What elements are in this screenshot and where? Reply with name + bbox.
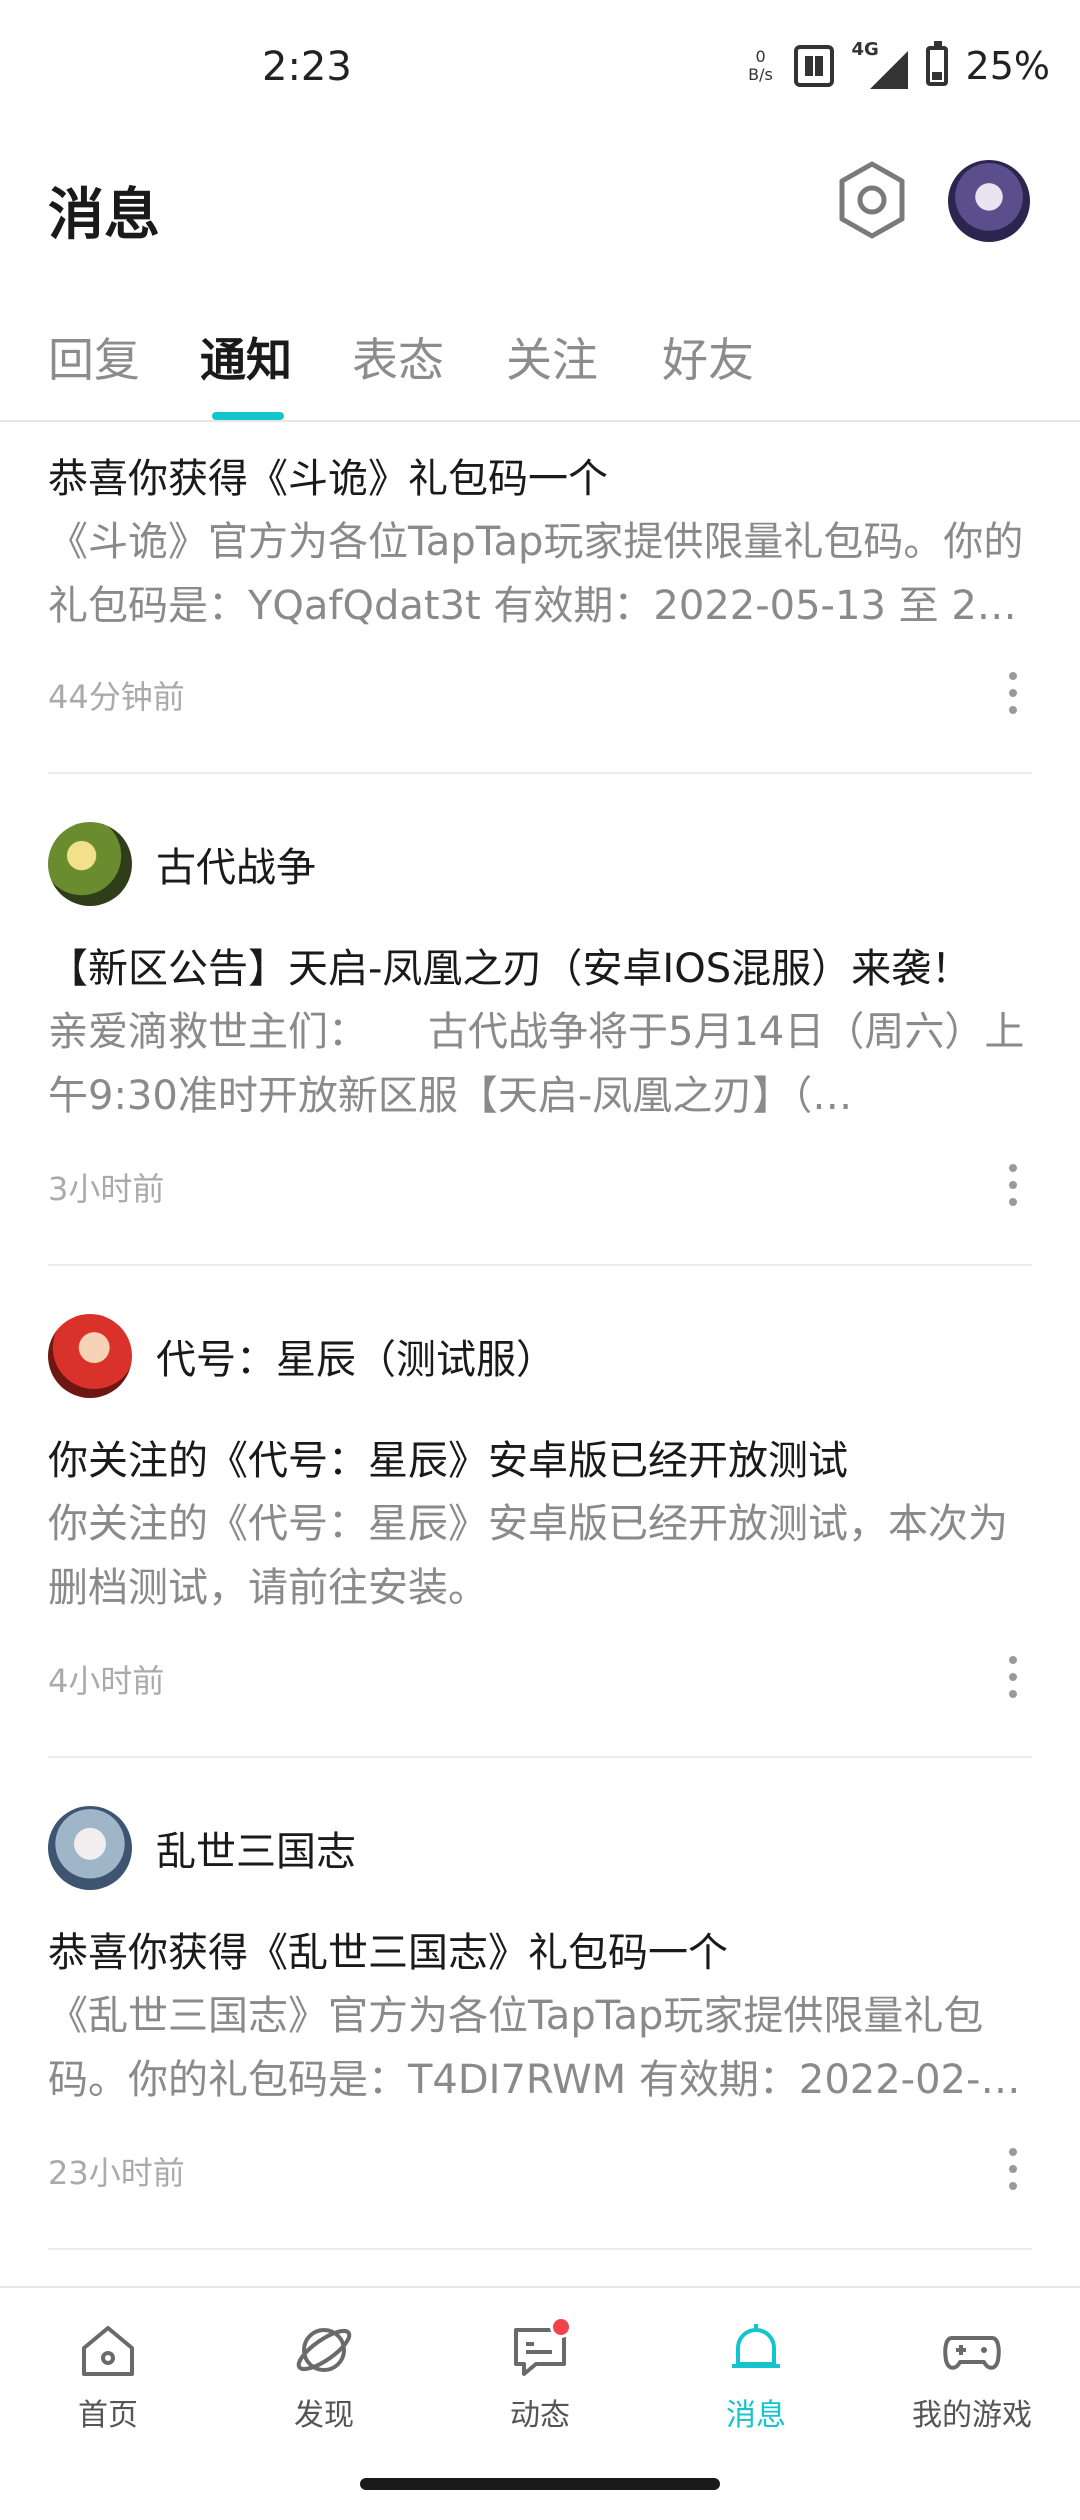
nav-label: 发现	[294, 2398, 354, 2433]
status-time: 2:23	[262, 44, 352, 90]
notification-body: 《乱世三国志》官方为各位TapTap玩家提供限量礼包码。你的礼包码是：T4DI7…	[48, 1993, 1021, 2103]
sender-avatar	[48, 1314, 132, 1398]
tab-reply[interactable]: 回复	[48, 324, 140, 390]
notification-sender[interactable]: 乱世三国志	[48, 1806, 356, 1890]
network-speed: 0 B/s	[746, 48, 776, 84]
sender-avatar	[48, 822, 132, 906]
list-item[interactable]: 古代战争 【新区公告】天启-凤凰之刃（安卓IOS混服）来袭！ 亲爱滴救世主们： …	[0, 774, 1080, 1266]
user-avatar[interactable]	[948, 160, 1030, 242]
signal-strength-icon	[869, 51, 908, 89]
planet-icon	[292, 2318, 356, 2382]
chat-icon	[508, 2316, 572, 2382]
network-speed-unit: B/s	[748, 65, 773, 84]
gear-icon	[839, 161, 905, 239]
status-bar: 2:23 0 B/s 4G 25%	[0, 0, 1080, 130]
sender-name: 代号：星辰（测试服）	[156, 1337, 556, 1383]
nav-label: 动态	[510, 2398, 570, 2433]
nav-home[interactable]: 首页	[28, 2318, 188, 2438]
tab-notifications[interactable]: 通知	[200, 324, 292, 390]
home-icon	[76, 2318, 140, 2382]
list-item[interactable]: 乱世三国志 恭喜你获得《乱世三国志》礼包码一个 《乱世三国志》官方为各位TapT…	[0, 1758, 1080, 2250]
notification-sender[interactable]: 古代战争	[48, 822, 316, 906]
notification-sender[interactable]: 代号：星辰（测试服）	[48, 1314, 556, 1398]
nav-discover[interactable]: 发现	[244, 2318, 404, 2438]
gamepad-icon	[940, 2318, 1004, 2382]
status-icons: 0 B/s 4G 25%	[746, 39, 1050, 92]
bell-icon	[724, 2318, 788, 2382]
message-tabs: 回复 通知 表态 关注 好友	[0, 300, 1080, 422]
bottom-navigation: 首页 发现 动态 消息 我的游戏	[0, 2286, 1080, 2450]
notification-body: 亲爱滴救世主们： 古代战争将于5月14日（周六）上午9:30准时开放新区服【天启…	[48, 1009, 1025, 1119]
tab-friends[interactable]: 好友	[662, 324, 754, 390]
notification-time: 4小时前	[48, 1662, 165, 1700]
nav-messages[interactable]: 消息	[676, 2318, 836, 2438]
tab-following[interactable]: 关注	[506, 324, 598, 390]
notification-body: 你关注的《代号：星辰》安卓版已经开放测试，本次为删档测试，请前往安装。	[48, 1501, 1008, 1611]
signal-indicator: 4G	[852, 39, 908, 89]
nav-label: 我的游戏	[912, 2398, 1032, 2433]
sim-card-icon	[793, 45, 834, 87]
sender-name: 古代战争	[156, 845, 316, 891]
sender-avatar	[48, 1806, 132, 1890]
nav-feed[interactable]: 动态	[460, 2316, 620, 2438]
active-tab-indicator	[212, 412, 284, 420]
list-item[interactable]: 恭喜你获得《斗诡》礼包码一个 《斗诡》官方为各位TapTap玩家提供限量礼包码。…	[0, 424, 1080, 774]
notification-time: 23小时前	[48, 2154, 185, 2192]
battery-percentage: 25%	[965, 44, 1050, 88]
notification-title: 你关注的《代号：星辰》安卓版已经开放测试	[48, 1438, 848, 1484]
nav-label: 消息	[726, 2398, 786, 2433]
notification-title: 恭喜你获得《乱世三国志》礼包码一个	[48, 1930, 728, 1976]
nav-label: 首页	[78, 2398, 138, 2433]
notification-time: 3小时前	[48, 1170, 165, 1208]
battery-icon	[925, 41, 948, 86]
network-speed-value: 0	[755, 47, 766, 66]
tab-reactions[interactable]: 表态	[352, 324, 444, 390]
notification-badge	[550, 2316, 572, 2338]
divider	[48, 2248, 1032, 2250]
list-item[interactable]: 代号：星辰（测试服） 你关注的《代号：星辰》安卓版已经开放测试 你关注的《代号：…	[0, 1266, 1080, 1758]
more-options-icon[interactable]	[996, 2144, 1030, 2194]
sender-name: 乱世三国志	[156, 1829, 356, 1875]
page-title: 消息	[48, 183, 160, 248]
notification-time: 44分钟前	[48, 678, 185, 716]
page-header: 消息	[0, 130, 1080, 280]
nav-my-games[interactable]: 我的游戏	[892, 2318, 1052, 2438]
more-options-icon[interactable]	[996, 668, 1030, 718]
more-options-icon[interactable]	[996, 1160, 1030, 1210]
notification-title: 恭喜你获得《斗诡》礼包码一个	[48, 456, 608, 502]
home-indicator[interactable]	[360, 2478, 720, 2490]
settings-button[interactable]	[836, 160, 908, 240]
more-options-icon[interactable]	[996, 1652, 1030, 1702]
notification-body: 《斗诡》官方为各位TapTap玩家提供限量礼包码。你的礼包码是：YQafQdat…	[48, 519, 1024, 629]
notification-title: 【新区公告】天启-凤凰之刃（安卓IOS混服）来袭！	[48, 946, 972, 992]
